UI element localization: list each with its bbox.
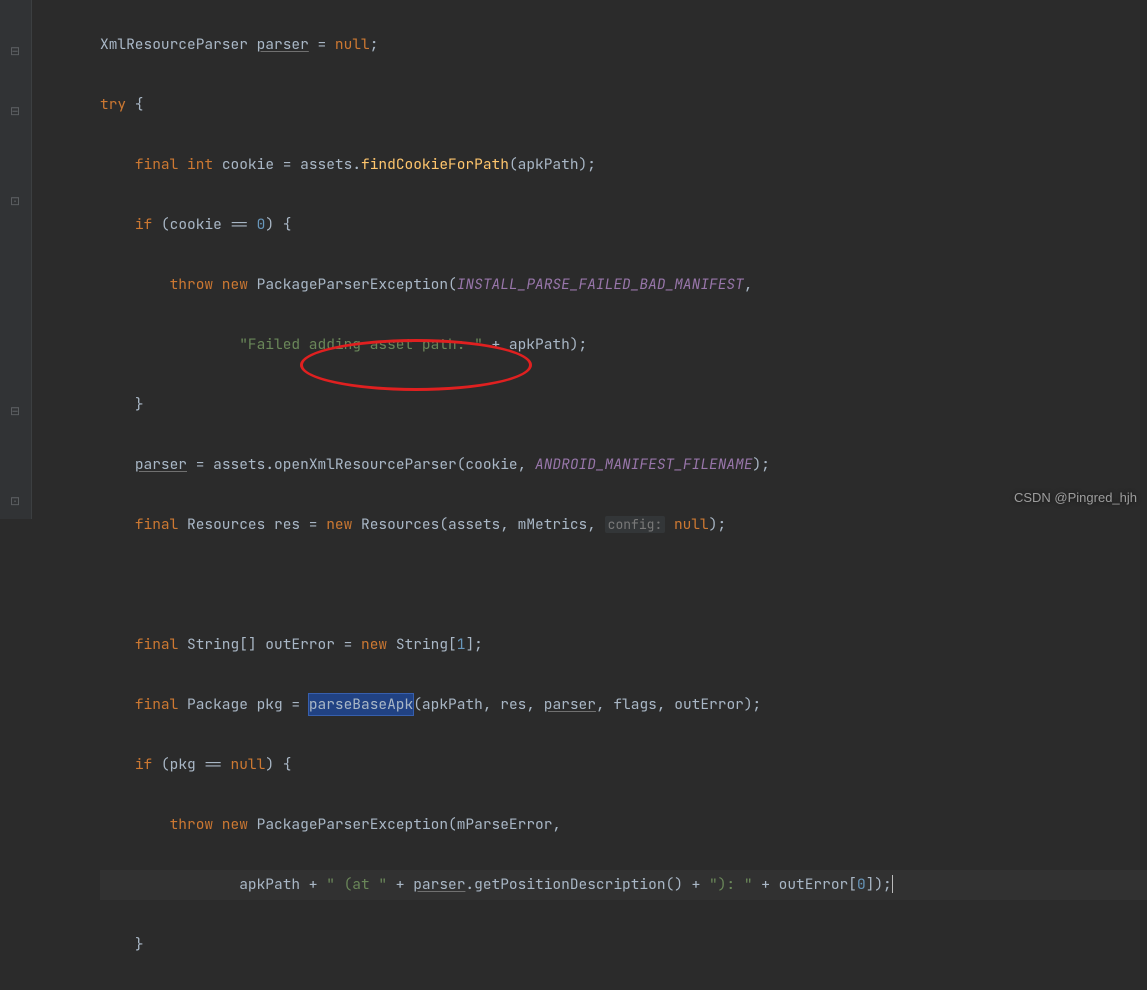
code-line[interactable]: final int cookie = assets.findCookieForP… [100, 150, 1147, 180]
selection-highlight: parseBaseApk [309, 694, 413, 715]
code-line[interactable]: final String[] outError = new String[1]; [100, 630, 1147, 660]
code-line[interactable]: final Package pkg = parseBaseApk(apkPath… [100, 690, 1147, 720]
code-line[interactable]: if (cookie == 0) { [100, 210, 1147, 240]
code-editor[interactable]: XmlResourceParser parser = null; try { f… [32, 0, 1147, 990]
code-line[interactable]: parser = assets.openXmlResourceParser(co… [100, 450, 1147, 480]
code-line[interactable]: "Failed adding asset path: " + apkPath); [100, 330, 1147, 360]
fold-end-icon[interactable]: ⊡ [8, 186, 22, 216]
code-line[interactable]: } [100, 390, 1147, 420]
fold-icon[interactable]: ⊟ [8, 396, 22, 426]
code-line[interactable]: throw new PackageParserException(INSTALL… [100, 270, 1147, 300]
editor-gutter: ⊟ ⊟ ⊡ ⊟ ⊡ [0, 0, 32, 519]
fold-end-icon[interactable]: ⊡ [8, 486, 22, 516]
text-caret [892, 875, 893, 893]
code-line[interactable]: apkPath + " (at " + parser.getPositionDe… [100, 870, 1147, 900]
watermark: CSDN @Pingred_hjh [1014, 483, 1137, 513]
code-line[interactable]: } [100, 930, 1147, 960]
code-line[interactable]: try { [100, 90, 1147, 120]
fold-icon[interactable]: ⊟ [8, 96, 22, 126]
code-line[interactable]: throw new PackageParserException(mParseE… [100, 810, 1147, 840]
code-line[interactable]: if (pkg == null) { [100, 750, 1147, 780]
fold-icon[interactable]: ⊟ [8, 36, 22, 66]
code-line[interactable] [100, 570, 1147, 600]
code-line[interactable]: XmlResourceParser parser = null; [100, 30, 1147, 60]
code-line[interactable]: final Resources res = new Resources(asse… [100, 510, 1147, 540]
